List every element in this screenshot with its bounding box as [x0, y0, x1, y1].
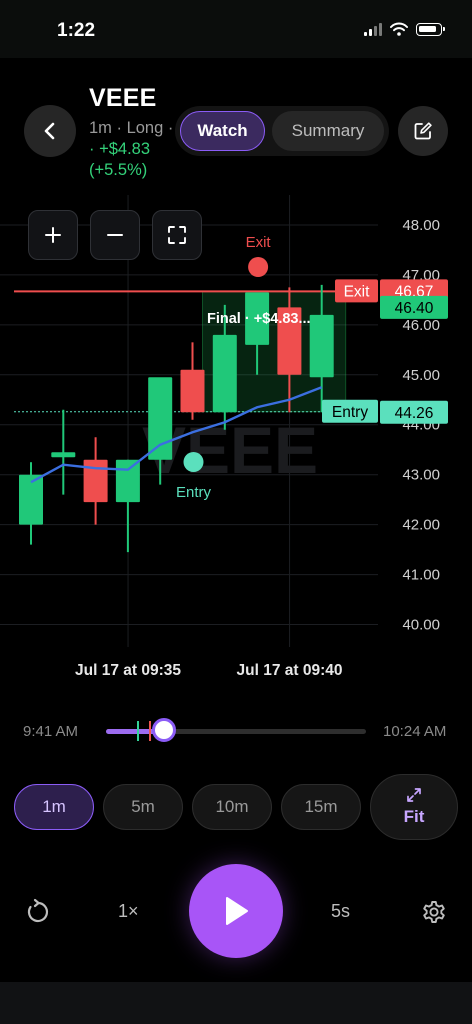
chevron-left-icon [44, 122, 55, 140]
candle-body [180, 369, 205, 413]
cellular-signal-icon [364, 22, 382, 36]
exit-label-tag-text: Exit [344, 283, 371, 300]
trade-gain-amount: · +$4.83 [89, 140, 151, 158]
step-interval-button[interactable]: 5s [331, 901, 350, 922]
y-tick-label: 48.00 [402, 217, 440, 234]
interval-15m-button[interactable]: 15m [281, 784, 361, 830]
edit-icon [414, 122, 432, 140]
zoom-out-button[interactable] [90, 210, 140, 260]
y-tick-label: 46.00 [402, 317, 440, 334]
plus-icon [45, 227, 61, 243]
replay-icon [27, 898, 49, 923]
entry-price-tag-text: 44.26 [395, 405, 434, 422]
candle-body [51, 452, 76, 458]
candle-body [148, 377, 173, 460]
x-axis: Jul 17 at 09:35 Jul 17 at 09:40 [75, 662, 342, 679]
settings-button[interactable] [420, 898, 448, 931]
candle-body [83, 459, 108, 503]
exit-marker-dot [248, 257, 269, 277]
trade-gain-percent: (+5.5%) [89, 161, 148, 179]
tab-summary[interactable]: Summary [272, 111, 384, 151]
last-price-tag-text: 46.40 [395, 300, 434, 317]
fit-button[interactable]: Fit [370, 774, 458, 840]
ticker-title: VEEE [89, 84, 157, 112]
play-icon [226, 897, 248, 925]
fullscreen-button[interactable] [152, 210, 202, 260]
entry-marker-dot [183, 452, 204, 472]
bottom-bar [0, 982, 472, 1024]
fit-label: Fit [403, 807, 425, 826]
candle-body [309, 314, 334, 378]
gear-icon [423, 901, 445, 923]
y-tick-label: 43.00 [402, 467, 440, 484]
y-tick-label: 42.00 [402, 517, 440, 534]
final-pnl-label: Final · +$4.83... [207, 311, 311, 327]
trade-meta: 1m · Long · 2 [89, 119, 188, 137]
candle-body [212, 334, 237, 413]
price-chart[interactable]: VEEE EntryExitFinal · +$4.83... 48.0047.… [0, 195, 472, 685]
status-time: 1:22 [57, 20, 96, 41]
status-icons [364, 22, 445, 36]
expand-icon [407, 788, 421, 802]
zoom-in-button[interactable] [28, 210, 78, 260]
interval-5m-button[interactable]: 5m [103, 784, 183, 830]
y-tick-label: 40.00 [402, 617, 440, 634]
interval-1m-button[interactable]: 1m [14, 784, 94, 830]
entry-marker-label: Entry [176, 484, 212, 501]
minus-icon [107, 234, 123, 236]
y-tick-label: 45.00 [402, 367, 440, 384]
timeline-scrubber-handle[interactable] [152, 718, 176, 742]
play-button[interactable] [189, 864, 283, 958]
timeline-exit-marker [149, 721, 151, 741]
timeline-start-time: 9:41 AM [23, 723, 79, 740]
y-tick-label: 41.00 [402, 567, 440, 584]
candle-body [115, 459, 140, 503]
back-button[interactable] [24, 105, 76, 157]
x-tick-label: Jul 17 at 09:40 [237, 662, 343, 679]
x-tick-label: Jul 17 at 09:35 [75, 662, 181, 679]
timeline-end-time: 10:24 AM [383, 723, 447, 740]
tab-watch[interactable]: Watch [180, 111, 265, 151]
playback-speed-button[interactable]: 1× [118, 901, 139, 922]
fullscreen-icon [168, 226, 186, 244]
exit-marker-label: Exit [246, 234, 272, 251]
wifi-icon [390, 22, 408, 36]
battery-icon [416, 22, 445, 36]
edit-button[interactable] [398, 106, 448, 156]
interval-10m-button[interactable]: 10m [192, 784, 272, 830]
entry-label-tag-text: Entry [332, 404, 368, 421]
replay-button[interactable] [24, 898, 52, 931]
timeline-entry-marker [137, 721, 139, 741]
